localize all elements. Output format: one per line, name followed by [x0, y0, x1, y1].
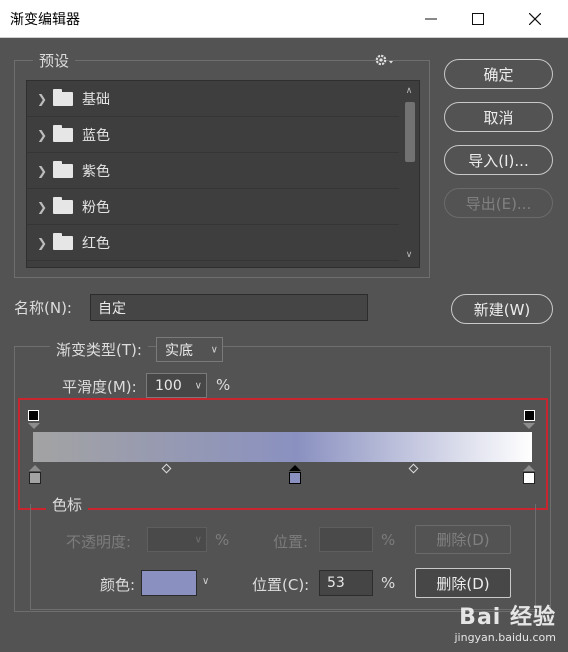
minimize-icon: [425, 18, 437, 20]
opacity-stop-right[interactable]: [524, 410, 535, 421]
opacity-stop-right-pointer: [523, 423, 535, 429]
folder-icon: [53, 232, 73, 250]
export-button[interactable]: 导出(E)...: [444, 188, 553, 218]
chevron-down-icon: ∨: [194, 534, 202, 545]
color-label: 颜色:: [100, 576, 136, 594]
folder-icon: [53, 124, 73, 142]
preset-folder[interactable]: ❯ 基础: [27, 81, 399, 117]
title-bar: 渐变编辑器: [0, 0, 568, 38]
color-swatch[interactable]: [141, 570, 197, 596]
color-stop-left[interactable]: [29, 472, 41, 484]
close-button[interactable]: [512, 0, 558, 38]
smoothness-unit: %: [216, 376, 231, 394]
color-stop-selected-pointer: [289, 465, 301, 471]
close-icon: [529, 13, 541, 25]
gear-icon: [375, 54, 393, 66]
delete-color-stop-button[interactable]: 删除(D): [415, 568, 511, 598]
chevron-right-icon[interactable]: ❯: [37, 128, 47, 142]
color-location-unit: %: [381, 574, 396, 592]
preset-folder[interactable]: ❯ 蓝色: [27, 117, 399, 153]
chevron-right-icon[interactable]: ❯: [37, 200, 47, 214]
folder-icon: [53, 88, 73, 106]
preset-folder[interactable]: ❯ 紫色: [27, 153, 399, 189]
maximize-icon: [472, 13, 484, 25]
color-swatch-chevron-icon[interactable]: ∨: [202, 576, 209, 587]
delete-opacity-stop-button[interactable]: 删除(D): [415, 525, 511, 554]
name-input[interactable]: 自定: [90, 294, 368, 321]
color-location-label: 位置(C):: [252, 576, 310, 594]
opacity-stop-left[interactable]: [28, 410, 39, 421]
smoothness-label: 平滑度(M):: [62, 378, 137, 396]
chevron-right-icon[interactable]: ❯: [37, 236, 47, 250]
opacity-location-input[interactable]: [319, 527, 373, 552]
color-stop-left-pointer: [29, 465, 41, 471]
preset-scrollbar[interactable]: ∧ ∨: [399, 81, 419, 267]
opacity-location-unit: %: [381, 531, 396, 549]
folder-icon: [53, 196, 73, 214]
gradient-type-select[interactable]: 实底 ∨: [156, 337, 223, 362]
baidu-watermark: Bai 经验 jingyan.baidu.com: [454, 605, 556, 644]
gradient-preview-bar[interactable]: [33, 432, 532, 462]
chevron-down-icon[interactable]: ∨: [195, 380, 202, 391]
presets-label: 预设: [33, 50, 76, 71]
color-stop-right[interactable]: [523, 472, 535, 484]
color-stop-selected[interactable]: [289, 472, 301, 484]
opacity-unit: %: [215, 531, 230, 549]
color-stop-right-pointer: [523, 465, 535, 471]
folder-icon: [53, 160, 73, 178]
opacity-label: 不透明度:: [66, 533, 132, 551]
name-label: 名称(N):: [14, 299, 72, 317]
minimize-button[interactable]: [408, 0, 454, 38]
color-location-input[interactable]: 53: [319, 570, 373, 596]
scroll-thumb[interactable]: [405, 102, 415, 162]
chevron-right-icon[interactable]: ❯: [37, 164, 47, 178]
preset-folder[interactable]: ❯ 粉色: [27, 189, 399, 225]
preset-list[interactable]: ❯ 基础 ❯ 蓝色 ❯ 紫色 ❯ 粉色 ❯ 红色 ∧ ∨: [26, 80, 420, 268]
cancel-button[interactable]: 取消: [444, 102, 553, 132]
import-button[interactable]: 导入(I)...: [444, 145, 553, 175]
smoothness-input[interactable]: 100 ∨: [146, 373, 207, 398]
opacity-input[interactable]: ∨: [147, 527, 207, 552]
chevron-right-icon[interactable]: ❯: [37, 92, 47, 106]
opacity-location-label: 位置:: [273, 533, 309, 551]
maximize-button[interactable]: [455, 0, 501, 38]
window-title: 渐变编辑器: [10, 12, 80, 28]
scroll-down-icon[interactable]: ∨: [403, 249, 415, 261]
scroll-up-icon[interactable]: ∧: [403, 85, 415, 97]
presets-settings-button[interactable]: [374, 52, 396, 68]
ok-button[interactable]: 确定: [444, 59, 553, 89]
new-button[interactable]: 新建(W): [451, 294, 553, 324]
gradient-type-label: 渐变类型(T):: [50, 339, 148, 360]
preset-folder[interactable]: ❯ 红色: [27, 225, 399, 261]
chevron-down-icon: ∨: [210, 344, 218, 355]
opacity-stop-left-pointer: [28, 423, 40, 429]
